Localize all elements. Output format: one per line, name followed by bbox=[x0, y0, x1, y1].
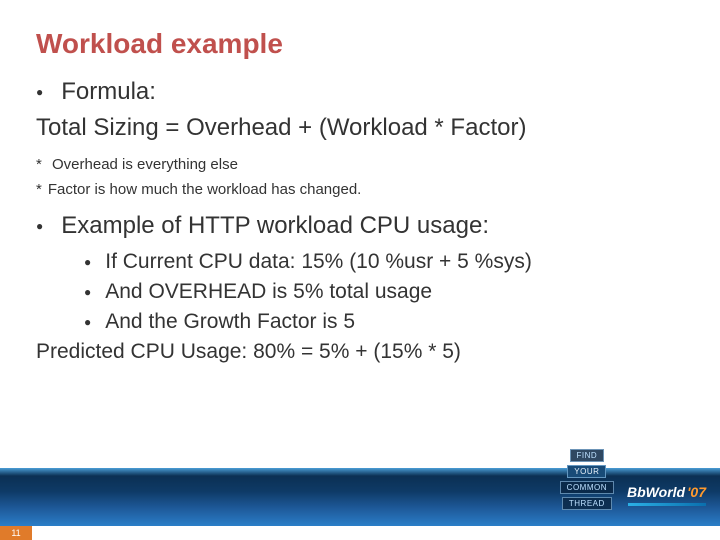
sub-bullet: ● And OVERHEAD is 5% total usage bbox=[84, 280, 684, 304]
page-number: 11 bbox=[0, 526, 32, 540]
bullet-icon: ● bbox=[84, 256, 91, 268]
brand-underline bbox=[628, 503, 706, 506]
brand-year: '07 bbox=[687, 484, 706, 500]
formula-equation: Total Sizing = Overhead + (Workload * Fa… bbox=[36, 114, 684, 142]
slide-title: Workload example bbox=[0, 0, 720, 60]
asterisk-icon: * bbox=[36, 156, 42, 173]
footer-band: FIND YOUR COMMON THREAD BbWorld '07 bbox=[0, 468, 720, 526]
bullet-formula: ● Formula: bbox=[36, 78, 684, 106]
bullet-text: Formula: bbox=[61, 78, 156, 106]
footnote-text: Overhead is everything else bbox=[52, 156, 238, 173]
bullet-icon: ● bbox=[36, 220, 43, 232]
tagline-block: FIND YOUR COMMON THREAD bbox=[560, 449, 614, 510]
tagline-word: YOUR bbox=[567, 465, 606, 478]
sub-bullet: ● If Current CPU data: 15% (10 %usr + 5 … bbox=[84, 250, 684, 274]
bullet-icon: ● bbox=[84, 286, 91, 298]
sub-bullet-text: And OVERHEAD is 5% total usage bbox=[105, 280, 432, 304]
slide-content: ● Formula: Total Sizing = Overhead + (Wo… bbox=[0, 60, 720, 364]
footnote-text: Factor is how much the workload has chan… bbox=[48, 181, 362, 198]
sub-bullet-text: And the Growth Factor is 5 bbox=[105, 310, 355, 334]
bullet-text: Example of HTTP workload CPU usage: bbox=[61, 212, 489, 240]
brand-text: BbWorld bbox=[627, 484, 685, 500]
sub-bullet-text: If Current CPU data: 15% (10 %usr + 5 %s… bbox=[105, 250, 532, 274]
footnote-factor: * Factor is how much the workload has cha… bbox=[36, 181, 684, 198]
sub-bullet: ● And the Growth Factor is 5 bbox=[84, 310, 684, 334]
footnote-overhead: * Overhead is everything else bbox=[36, 156, 684, 173]
brand-logo: BbWorld '07 bbox=[627, 484, 706, 500]
bullet-example: ● Example of HTTP workload CPU usage: bbox=[36, 212, 684, 240]
sub-bullets: ● If Current CPU data: 15% (10 %usr + 5 … bbox=[36, 250, 684, 334]
predicted-result: Predicted CPU Usage: 80% = 5% + (15% * 5… bbox=[36, 340, 684, 364]
tagline-word: COMMON bbox=[560, 481, 614, 494]
tagline-word: THREAD bbox=[562, 497, 612, 510]
slide: Workload example ● Formula: Total Sizing… bbox=[0, 0, 720, 540]
tagline-word: FIND bbox=[570, 449, 605, 462]
asterisk-icon: * bbox=[36, 181, 42, 198]
bullet-icon: ● bbox=[36, 86, 43, 98]
bullet-icon: ● bbox=[84, 316, 91, 328]
